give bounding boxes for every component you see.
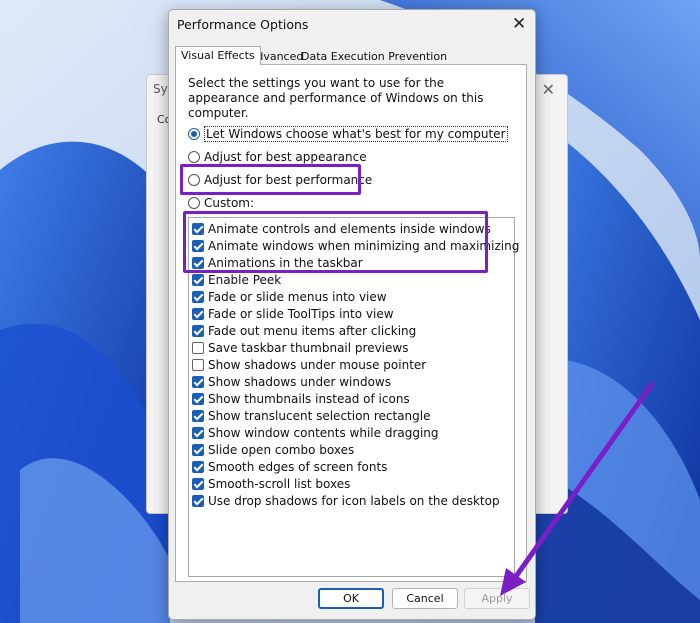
checkbox-row[interactable]: Show shadows under windows: [192, 374, 391, 390]
checkbox-row[interactable]: Slide open combo boxes: [192, 442, 354, 458]
checkbox-row[interactable]: Show window contents while dragging: [192, 425, 439, 441]
radio-label: Adjust for best appearance: [204, 150, 367, 164]
checkbox[interactable]: [192, 410, 204, 422]
checkbox-row[interactable]: Use drop shadows for icon labels on the …: [192, 493, 500, 509]
checkbox[interactable]: [192, 342, 204, 354]
checkbox-row[interactable]: Fade or slide menus into view: [192, 289, 387, 305]
dialog-title: Performance Options: [177, 17, 309, 32]
checkbox-label: Show window contents while dragging: [208, 426, 439, 440]
radio-button[interactable]: [188, 128, 200, 140]
checkbox-label: Fade out menu items after clicking: [208, 324, 417, 338]
checkbox[interactable]: [192, 274, 204, 286]
checkbox[interactable]: [192, 495, 204, 507]
radio-label: Let Windows choose what's best for my co…: [204, 126, 508, 142]
checkbox-label: Save taskbar thumbnail previews: [208, 341, 409, 355]
cancel-button[interactable]: Cancel: [392, 588, 458, 609]
checkbox[interactable]: [192, 308, 204, 320]
tab-data-execution-prevention[interactable]: Data Execution Prevention: [301, 50, 447, 63]
checkbox-label: Show shadows under windows: [208, 375, 391, 389]
apply-button[interactable]: Apply: [464, 588, 530, 609]
highlight-animation-options: [183, 211, 488, 273]
checkbox-label: Fade or slide ToolTips into view: [208, 307, 394, 321]
checkbox-label: Fade or slide menus into view: [208, 290, 387, 304]
checkbox-label: Show translucent selection rectangle: [208, 409, 431, 423]
checkbox-label: Show thumbnails instead of icons: [208, 392, 410, 406]
checkbox-label: Enable Peek: [208, 273, 282, 287]
checkbox-row[interactable]: Smooth edges of screen fonts: [192, 459, 387, 475]
checkbox-row[interactable]: Show translucent selection rectangle: [192, 408, 431, 424]
checkbox-row[interactable]: Enable Peek: [192, 272, 281, 288]
close-icon[interactable]: ✕: [542, 80, 555, 99]
checkbox-label: Smooth-scroll list boxes: [208, 477, 351, 491]
checkbox[interactable]: [192, 478, 204, 490]
checkbox[interactable]: [192, 427, 204, 439]
radio-button[interactable]: [188, 151, 200, 163]
checkbox[interactable]: [192, 325, 204, 337]
checkbox-row[interactable]: Save taskbar thumbnail previews: [192, 340, 408, 356]
checkbox-row[interactable]: Smooth-scroll list boxes: [192, 476, 350, 492]
checkbox-row[interactable]: Show thumbnails instead of icons: [192, 391, 410, 407]
radio-custom[interactable]: Custom:: [188, 196, 254, 210]
highlight-best-performance: [180, 164, 361, 195]
checkbox[interactable]: [192, 393, 204, 405]
tab-visual-effects[interactable]: Visual Effects: [175, 46, 261, 65]
close-icon[interactable]: ✕: [512, 14, 526, 34]
ok-button[interactable]: OK: [318, 588, 384, 609]
checkbox-label: Slide open combo boxes: [208, 443, 355, 457]
checkbox-row[interactable]: Fade out menu items after clicking: [192, 323, 416, 339]
settings-description: Select the settings you want to use for …: [188, 76, 484, 120]
radio-let-windows-choose[interactable]: Let Windows choose what's best for my co…: [188, 126, 508, 142]
checkbox-label: Use drop shadows for icon labels on the …: [208, 494, 500, 508]
radio-button[interactable]: [188, 197, 200, 209]
radio-best-appearance[interactable]: Adjust for best appearance: [188, 150, 367, 164]
checkbox[interactable]: [192, 461, 204, 473]
checkbox[interactable]: [192, 291, 204, 303]
radio-label: Custom:: [204, 196, 255, 210]
checkbox-row[interactable]: Show shadows under mouse pointer: [192, 357, 426, 373]
checkbox[interactable]: [192, 444, 204, 456]
checkbox-row[interactable]: Fade or slide ToolTips into view: [192, 306, 394, 322]
checkbox[interactable]: [192, 359, 204, 371]
checkbox-label: Smooth edges of screen fonts: [208, 460, 388, 474]
checkbox[interactable]: [192, 376, 204, 388]
checkbox-label: Show shadows under mouse pointer: [208, 358, 427, 372]
